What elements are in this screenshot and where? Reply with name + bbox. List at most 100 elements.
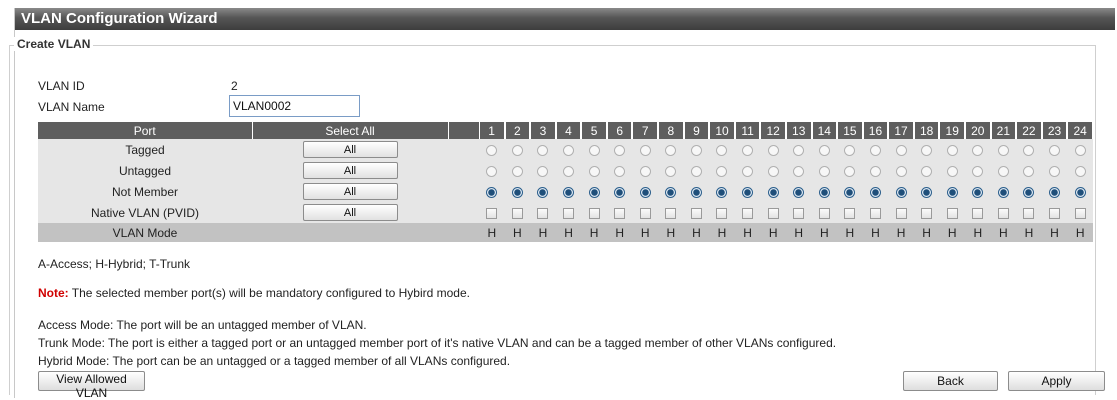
native-vlan-checkbox[interactable]: [588, 207, 600, 219]
port-membership-radio[interactable]: [946, 144, 958, 156]
select-all-button[interactable]: All: [302, 162, 398, 179]
port-membership-radio[interactable]: [767, 144, 779, 156]
port-membership-radio[interactable]: [818, 144, 830, 156]
native-vlan-checkbox[interactable]: [563, 207, 575, 219]
back-button[interactable]: Back: [903, 371, 998, 391]
port-membership-radio[interactable]: [869, 144, 881, 156]
native-vlan-checkbox[interactable]: [511, 207, 523, 219]
port-membership-radio[interactable]: [1074, 165, 1086, 177]
port-membership-radio[interactable]: [921, 144, 933, 156]
port-membership-radio[interactable]: [614, 165, 626, 177]
native-vlan-checkbox[interactable]: [818, 207, 830, 219]
port-membership-radio[interactable]: [793, 165, 805, 177]
port-membership-radio[interactable]: [639, 186, 651, 198]
port-membership-radio[interactable]: [563, 186, 575, 198]
port-membership-radio[interactable]: [844, 165, 856, 177]
native-vlan-checkbox[interactable]: [1049, 207, 1060, 219]
port-membership-radio[interactable]: [997, 165, 1009, 177]
port-membership-radio[interactable]: [869, 165, 881, 177]
port-membership-radio[interactable]: [486, 165, 498, 177]
port-membership-radio[interactable]: [511, 186, 523, 198]
port-membership-radio[interactable]: [1023, 144, 1035, 156]
port-membership-radio[interactable]: [742, 186, 754, 198]
native-vlan-checkbox[interactable]: [946, 207, 958, 219]
native-vlan-checkbox[interactable]: [665, 207, 677, 219]
port-membership-radio[interactable]: [665, 165, 677, 177]
native-vlan-checkbox[interactable]: [1074, 207, 1086, 219]
port-membership-radio[interactable]: [563, 144, 575, 156]
native-vlan-checkbox[interactable]: [972, 207, 984, 219]
vlan-name-input[interactable]: [229, 95, 360, 117]
port-membership-radio[interactable]: [588, 186, 600, 198]
port-membership-radio[interactable]: [767, 186, 779, 198]
native-vlan-checkbox[interactable]: [844, 207, 856, 219]
native-vlan-checkbox[interactable]: [716, 207, 728, 219]
port-membership-radio[interactable]: [588, 165, 600, 177]
port-membership-radio[interactable]: [716, 186, 728, 198]
native-vlan-checkbox[interactable]: [742, 207, 754, 219]
port-membership-radio[interactable]: [921, 165, 933, 177]
port-membership-radio[interactable]: [1074, 144, 1086, 156]
port-membership-radio[interactable]: [690, 186, 702, 198]
native-vlan-checkbox[interactable]: [997, 207, 1009, 219]
port-membership-radio[interactable]: [972, 144, 984, 156]
native-vlan-checkbox[interactable]: [1023, 207, 1035, 219]
port-membership-radio[interactable]: [869, 186, 881, 198]
port-membership-radio[interactable]: [665, 144, 677, 156]
port-membership-radio[interactable]: [895, 186, 907, 198]
native-vlan-checkbox[interactable]: [690, 207, 702, 219]
view-allowed-vlan-button[interactable]: View Allowed VLAN: [38, 371, 145, 400]
port-membership-radio[interactable]: [639, 144, 651, 156]
port-membership-radio[interactable]: [997, 186, 1009, 198]
port-membership-radio[interactable]: [511, 144, 523, 156]
port-membership-radio[interactable]: [537, 186, 549, 198]
port-membership-radio[interactable]: [844, 144, 856, 156]
port-membership-radio[interactable]: [793, 186, 805, 198]
port-membership-radio[interactable]: [972, 186, 984, 198]
port-membership-radio[interactable]: [614, 186, 626, 198]
native-vlan-checkbox[interactable]: [639, 207, 651, 219]
port-membership-radio[interactable]: [742, 165, 754, 177]
port-membership-radio[interactable]: [946, 165, 958, 177]
native-vlan-checkbox[interactable]: [921, 207, 933, 219]
native-vlan-checkbox[interactable]: [767, 207, 779, 219]
port-membership-radio[interactable]: [742, 144, 754, 156]
native-vlan-checkbox[interactable]: [869, 207, 881, 219]
native-vlan-checkbox[interactable]: [537, 207, 549, 219]
port-membership-radio[interactable]: [537, 165, 549, 177]
select-all-button[interactable]: All: [302, 141, 398, 158]
port-membership-radio[interactable]: [818, 165, 830, 177]
port-membership-radio[interactable]: [895, 165, 907, 177]
port-membership-radio[interactable]: [639, 165, 651, 177]
port-membership-radio[interactable]: [1049, 186, 1060, 198]
select-all-button[interactable]: All: [302, 204, 398, 221]
port-membership-radio[interactable]: [537, 144, 549, 156]
port-membership-radio[interactable]: [716, 165, 728, 177]
port-membership-radio[interactable]: [614, 144, 626, 156]
port-membership-radio[interactable]: [1049, 144, 1060, 156]
port-membership-radio[interactable]: [844, 186, 856, 198]
port-membership-radio[interactable]: [486, 186, 498, 198]
port-membership-radio[interactable]: [690, 144, 702, 156]
port-membership-radio[interactable]: [588, 144, 600, 156]
port-membership-radio[interactable]: [997, 144, 1009, 156]
port-membership-radio[interactable]: [690, 165, 702, 177]
port-membership-radio[interactable]: [972, 165, 984, 177]
port-membership-radio[interactable]: [563, 165, 575, 177]
port-membership-radio[interactable]: [665, 186, 677, 198]
port-membership-radio[interactable]: [1049, 165, 1060, 177]
select-all-button[interactable]: All: [302, 183, 398, 200]
port-membership-radio[interactable]: [1023, 165, 1035, 177]
port-membership-radio[interactable]: [486, 144, 498, 156]
port-membership-radio[interactable]: [921, 186, 933, 198]
native-vlan-checkbox[interactable]: [486, 207, 498, 219]
apply-button[interactable]: Apply: [1008, 371, 1105, 391]
port-membership-radio[interactable]: [716, 144, 728, 156]
port-membership-radio[interactable]: [1023, 186, 1035, 198]
port-membership-radio[interactable]: [793, 144, 805, 156]
port-membership-radio[interactable]: [767, 165, 779, 177]
port-membership-radio[interactable]: [895, 144, 907, 156]
port-membership-radio[interactable]: [1074, 186, 1086, 198]
port-membership-radio[interactable]: [511, 165, 523, 177]
native-vlan-checkbox[interactable]: [614, 207, 626, 219]
